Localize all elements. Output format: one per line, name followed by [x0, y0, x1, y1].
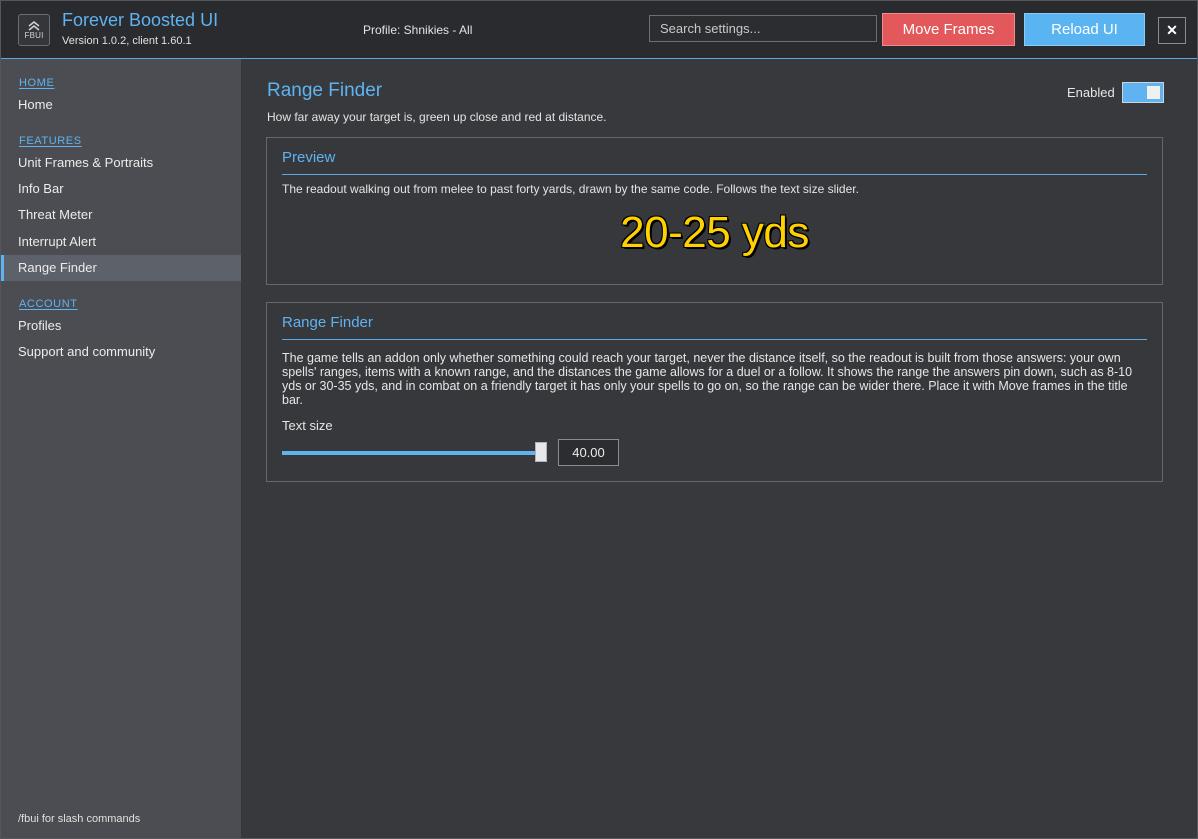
sidebar-section-features: FEATURES	[19, 135, 82, 147]
preview-title: Preview	[282, 149, 336, 166]
sidebar-item-range-finder[interactable]: Range Finder	[1, 255, 241, 281]
text-size-label: Text size	[282, 418, 333, 433]
slash-command-hint: /fbui for slash commands	[18, 813, 141, 825]
sidebar-item-info-bar[interactable]: Info Bar	[1, 176, 241, 202]
range-finder-divider	[282, 339, 1147, 340]
page-title: Range Finder	[267, 80, 383, 101]
range-finder-description: The game tells an addon only whether som…	[282, 351, 1133, 407]
text-size-slider[interactable]	[282, 442, 547, 462]
preview-divider	[282, 174, 1147, 175]
sidebar-item-home[interactable]: Home	[1, 92, 241, 118]
enabled-toggle[interactable]	[1122, 82, 1164, 103]
sidebar-item-profiles[interactable]: Profiles	[1, 313, 241, 339]
sidebar: HOME Home FEATURES Unit Frames & Portrai…	[1, 59, 241, 838]
preview-description: The readout walking out from melee to pa…	[282, 182, 859, 196]
page-description: How far away your target is, green up cl…	[267, 110, 607, 124]
sidebar-item-unit-frames[interactable]: Unit Frames & Portraits	[1, 150, 241, 176]
slider-fill	[282, 451, 541, 455]
preview-panel: Preview The readout walking out from mel…	[266, 137, 1163, 285]
sidebar-item-interrupt-alert[interactable]: Interrupt Alert	[1, 229, 241, 255]
sidebar-item-threat-meter[interactable]: Threat Meter	[1, 202, 241, 228]
reload-ui-button[interactable]: Reload UI	[1024, 13, 1145, 46]
sidebar-item-support[interactable]: Support and community	[1, 339, 241, 365]
logo-text: FBUI	[24, 30, 44, 40]
range-finder-panel: Range Finder The game tells an addon onl…	[266, 302, 1163, 482]
sidebar-section-account: ACCOUNT	[19, 298, 78, 310]
sidebar-section-home: HOME	[19, 77, 55, 89]
close-button[interactable]: ✕	[1158, 17, 1186, 44]
range-finder-title: Range Finder	[282, 314, 373, 331]
range-readout: 20-25 yds	[620, 208, 809, 257]
toggle-knob	[1147, 86, 1160, 99]
app-version: Version 1.0.2, client 1.60.1	[62, 35, 192, 47]
app-title: Forever Boosted UI	[62, 10, 219, 30]
slider-thumb[interactable]	[534, 442, 547, 462]
profile-label: Profile: Shnikies - All	[363, 23, 473, 37]
addon-window: FBUI Forever Boosted UI Version 1.0.2, c…	[0, 0, 1198, 839]
text-size-value[interactable]: 40.00	[558, 439, 619, 466]
title-bar[interactable]: FBUI Forever Boosted UI Version 1.0.2, c…	[1, 1, 1197, 59]
chevron-up-icon	[28, 20, 40, 31]
search-input[interactable]	[649, 15, 877, 42]
fbui-logo: FBUI	[18, 14, 50, 46]
close-icon: ✕	[1166, 22, 1178, 38]
enabled-label: Enabled	[1067, 85, 1115, 100]
move-frames-button[interactable]: Move Frames	[882, 13, 1015, 46]
main-content: Range Finder How far away your target is…	[242, 59, 1197, 838]
